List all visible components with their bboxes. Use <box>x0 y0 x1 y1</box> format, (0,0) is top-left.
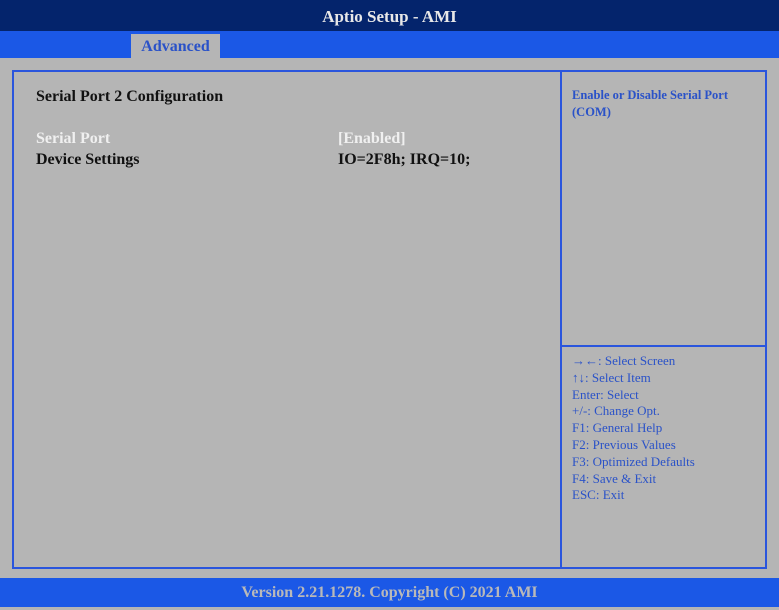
key-legend: →←: Select Screen ↑↓: Select Item Enter:… <box>572 353 695 504</box>
footer-version: Version 2.21.1278. Copyright (C) 2021 AM… <box>0 578 779 607</box>
help-text: Enable or Disable Serial Port (COM) <box>572 87 752 121</box>
page-heading: Serial Port 2 Configuration <box>36 88 223 106</box>
key-hint: F1: General Help <box>572 420 695 437</box>
tab-bar <box>0 31 779 58</box>
key-hint: →←: Select Screen <box>572 353 695 370</box>
vertical-divider <box>560 70 562 569</box>
window-title: Aptio Setup - AMI <box>0 0 779 31</box>
key-hint: F2: Previous Values <box>572 437 695 454</box>
setting-device-settings[interactable]: Device Settings <box>36 151 140 169</box>
key-hint: ESC: Exit <box>572 487 695 504</box>
key-hint: F4: Save & Exit <box>572 471 695 488</box>
key-hint: F3: Optimized Defaults <box>572 454 695 471</box>
key-hint: +/-: Change Opt. <box>572 403 695 420</box>
key-hint: ↑↓: Select Item <box>572 370 695 387</box>
horizontal-divider <box>562 345 765 347</box>
setting-serial-port[interactable]: Serial Port <box>36 130 110 148</box>
serial-port-value[interactable]: [Enabled] <box>338 130 406 148</box>
tab-advanced[interactable]: Advanced <box>131 34 220 58</box>
key-hint: Enter: Select <box>572 387 695 404</box>
device-settings-value: IO=2F8h; IRQ=10; <box>338 151 470 169</box>
